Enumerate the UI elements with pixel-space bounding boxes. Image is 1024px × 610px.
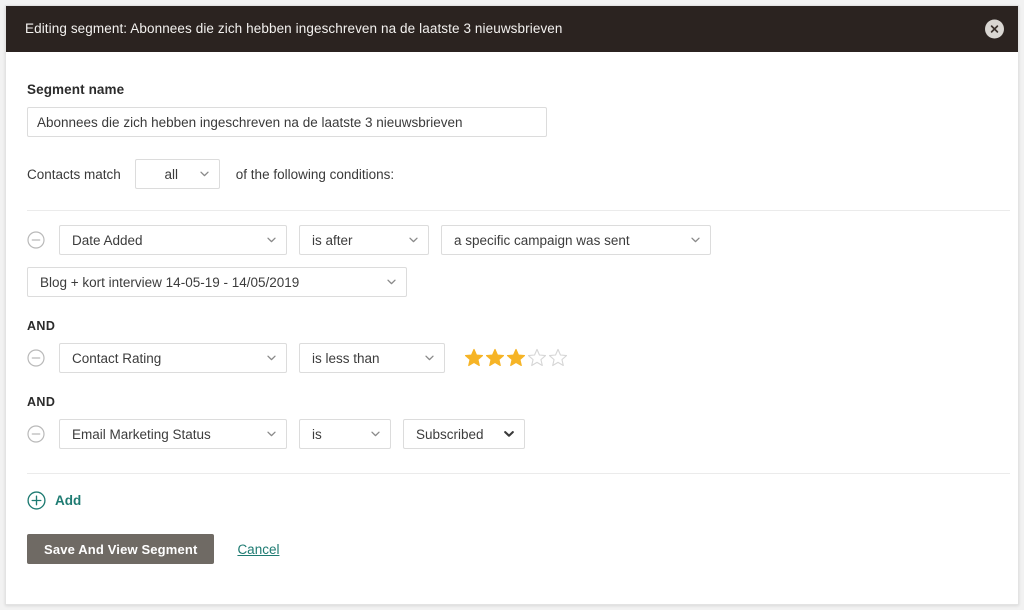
- contacts-match-suffix-label: of the following conditions:: [235, 166, 395, 182]
- condition-2-operator-select[interactable]: is less than: [299, 343, 445, 373]
- condition-1-operator-select[interactable]: is after: [299, 225, 429, 255]
- condition-row-3: Email Marketing Status is Subscribed: [27, 419, 998, 449]
- condition-3-field-select[interactable]: Email Marketing Status: [59, 419, 287, 449]
- segment-name-input[interactable]: [27, 107, 547, 137]
- star-icon-5[interactable]: [548, 348, 568, 368]
- minus-circle-icon[interactable]: [27, 349, 45, 367]
- condition-3-value: Subscribed: [416, 426, 484, 442]
- condition-group-1: Date Added is after a specific campaign …: [27, 211, 998, 297]
- condition-joiner-2: AND: [27, 319, 56, 333]
- condition-3-operator-select[interactable]: is: [299, 419, 391, 449]
- close-icon[interactable]: [985, 19, 1004, 39]
- modal-title: Editing segment: Abonnees die zich hebbe…: [25, 21, 563, 37]
- condition-3-field-value: Email Marketing Status: [72, 426, 211, 442]
- save-and-view-segment-button[interactable]: Save And View Segment: [27, 534, 215, 564]
- condition-1-campaign-row: Blog + kort interview 14-05-19 - 14/05/2…: [27, 267, 998, 297]
- condition-1-field-value: Date Added: [72, 232, 143, 248]
- condition-joiner-3: AND: [27, 395, 56, 409]
- minus-circle-icon[interactable]: [27, 231, 45, 249]
- star-icon-1[interactable]: [464, 348, 484, 368]
- minus-circle-glyph: [27, 425, 45, 443]
- condition-1-field-select[interactable]: Date Added: [59, 225, 287, 255]
- segment-editor-modal: Editing segment: Abonnees die zich hebbe…: [5, 5, 1019, 605]
- condition-3-operator-value: is: [312, 426, 322, 442]
- star-icon-4[interactable]: [527, 348, 547, 368]
- contacts-match-prefix-label: Contacts match: [27, 166, 121, 182]
- condition-1-campaign-select[interactable]: Blog + kort interview 14-05-19 - 14/05/2…: [27, 267, 407, 297]
- condition-row-1: Date Added is after a specific campaign …: [27, 225, 998, 255]
- add-condition-button[interactable]: Add: [27, 491, 81, 510]
- condition-1-value-select[interactable]: a specific campaign was sent: [441, 225, 711, 255]
- page-background: Editing segment: Abonnees die zich hebbe…: [0, 0, 1024, 610]
- match-type-select[interactable]: all: [134, 159, 220, 189]
- add-condition-label: Add: [55, 493, 82, 508]
- cancel-link[interactable]: Cancel: [237, 542, 279, 557]
- match-type-value: all: [164, 166, 179, 182]
- condition-1-campaign-value: Blog + kort interview 14-05-19 - 14/05/2…: [40, 274, 300, 290]
- segment-name-label: Segment name: [27, 82, 125, 97]
- condition-2-field-value: Contact Rating: [72, 350, 162, 366]
- modal-body: Segment name Contacts match all of the f…: [6, 52, 1018, 604]
- conditions-divider-bottom: [27, 473, 1010, 474]
- condition-3-value-select[interactable]: Subscribed: [403, 419, 525, 449]
- condition-2-operator-value: is less than: [312, 350, 380, 366]
- close-x-glyph: [990, 25, 999, 33]
- modal-footer: Save And View Segment Cancel: [27, 534, 998, 564]
- condition-2-rating-stars[interactable]: [464, 348, 568, 368]
- condition-2-field-select[interactable]: Contact Rating: [59, 343, 287, 373]
- modal-header: Editing segment: Abonnees die zich hebbe…: [6, 6, 1018, 52]
- condition-row-2: Contact Rating is less than: [27, 343, 998, 373]
- contacts-match-row: Contacts match all of the following cond…: [27, 159, 998, 189]
- plus-circle-icon: [27, 491, 46, 510]
- condition-1-value: a specific campaign was sent: [454, 232, 630, 248]
- star-icon-2[interactable]: [485, 348, 505, 368]
- minus-circle-glyph: [27, 349, 45, 367]
- star-icon-3[interactable]: [506, 348, 526, 368]
- condition-1-operator-value: is after: [312, 232, 353, 248]
- minus-circle-glyph: [27, 231, 45, 249]
- minus-circle-icon[interactable]: [27, 425, 45, 443]
